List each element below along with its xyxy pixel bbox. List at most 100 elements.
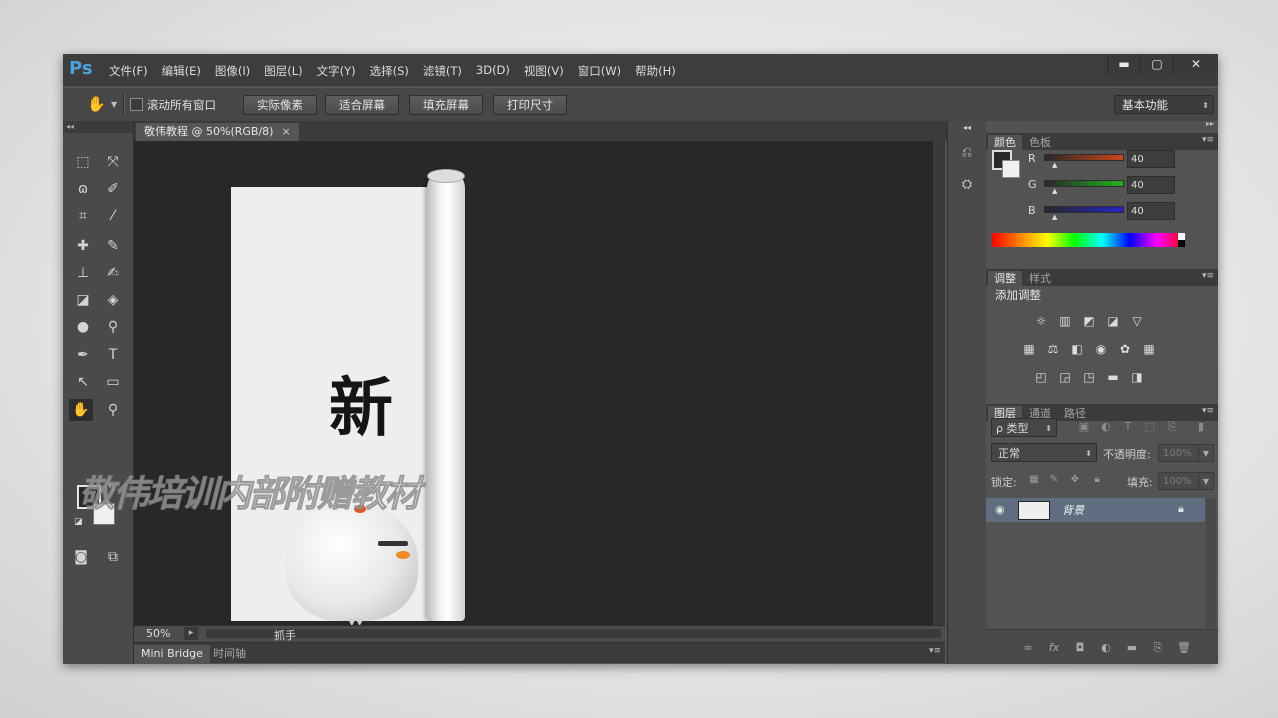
doc-info-icon[interactable]: ▸ [184, 627, 198, 640]
expand-toggle[interactable]: ▸▸ [1206, 119, 1214, 128]
tab-timeline[interactable]: 时间轴 [206, 645, 253, 663]
menu-layer[interactable]: 图层(L) [264, 63, 302, 79]
dodge-tool-icon[interactable]: ⚲ [101, 316, 125, 338]
layer-name[interactable]: 背景 [1062, 502, 1084, 518]
layer-filter-select[interactable]: ρ 类型 ⬍ [991, 418, 1057, 437]
link-layers-icon[interactable]: ∞ [1020, 641, 1036, 655]
menu-help[interactable]: 帮助(H) [635, 63, 676, 79]
posterize-icon[interactable]: ◲ [1056, 368, 1074, 386]
menu-window[interactable]: 窗口(W) [578, 63, 621, 79]
horizontal-scrollbar[interactable] [206, 629, 941, 638]
eyedropper-tool-icon[interactable]: ⁄ [101, 205, 125, 227]
new-group-icon[interactable]: ▬ [1124, 641, 1140, 655]
print-size-button[interactable]: 打印尺寸 [493, 95, 567, 115]
slider-thumb-icon[interactable]: ▲ [1052, 161, 1057, 169]
tab-adjustments[interactable]: 调整 [988, 271, 1022, 286]
default-colors-icon[interactable]: ◪ [74, 517, 83, 527]
close-button[interactable]: ✕ [1173, 54, 1218, 74]
invert-icon[interactable]: ◰ [1032, 368, 1050, 386]
hand-tool-icon[interactable]: ✋ [69, 399, 93, 421]
channel-mixer-icon[interactable]: ✿ [1116, 340, 1134, 358]
lock-position-icon[interactable]: ✥ [1068, 473, 1082, 487]
add-mask-icon[interactable]: ◘ [1072, 641, 1088, 655]
smart-object-filter-icon[interactable]: ⎘ [1164, 419, 1180, 435]
filter-toggle-icon[interactable]: ▮ [1196, 419, 1206, 435]
curves-icon[interactable]: ◩ [1080, 312, 1098, 330]
channel-g-slider[interactable] [1044, 180, 1124, 187]
panel-menu-icon[interactable]: ▾≡ [1202, 135, 1214, 145]
channel-r-value[interactable]: 40 [1127, 150, 1175, 168]
black-white-ramp[interactable] [1178, 233, 1185, 247]
menu-type[interactable]: 文字(Y) [317, 63, 356, 79]
workspace-select[interactable]: 基本功能 ⬍ [1114, 95, 1214, 114]
close-tab-icon[interactable]: × [281, 125, 290, 138]
selective-color-icon[interactable]: ◨ [1128, 368, 1146, 386]
lasso-tool-icon[interactable]: ɷ [71, 178, 95, 200]
maximize-button[interactable]: ▢ [1140, 54, 1173, 74]
delete-layer-icon[interactable]: 🗑︎ [1176, 641, 1192, 655]
black-white-icon[interactable]: ◧ [1068, 340, 1086, 358]
clone-stamp-tool-icon[interactable]: ⊥ [71, 262, 95, 284]
type-tool-icon[interactable]: T [101, 344, 125, 366]
zoom-level[interactable]: 50% [146, 627, 170, 640]
opacity-dropdown[interactable]: ▼ [1198, 444, 1214, 462]
quick-mask-icon[interactable]: ◙ [69, 546, 93, 568]
color-spectrum[interactable] [992, 233, 1185, 247]
quick-select-tool-icon[interactable]: ✐ [101, 178, 125, 200]
menu-3d[interactable]: 3D(D) [476, 63, 510, 79]
collapse-toggle[interactable]: ◂◂ [957, 123, 977, 133]
visibility-eye-icon[interactable]: ◉ [995, 503, 1005, 516]
channel-r-slider[interactable] [1044, 154, 1124, 161]
menu-filter[interactable]: 滤镜(T) [423, 63, 462, 79]
vertical-scrollbar[interactable] [933, 141, 945, 625]
crop-tool-icon[interactable]: ⌗ [71, 205, 95, 227]
lock-image-icon[interactable]: ✎ [1047, 473, 1061, 487]
pixel-filter-icon[interactable]: ▣ [1076, 419, 1092, 435]
fit-screen-button[interactable]: 适合屏幕 [325, 95, 399, 115]
screen-mode-icon[interactable]: ⧉ [101, 546, 125, 568]
minimize-button[interactable]: ▬ [1107, 54, 1140, 74]
menu-select[interactable]: 选择(S) [370, 63, 409, 79]
panel-menu-icon[interactable]: ▾≡ [929, 646, 941, 656]
tab-styles[interactable]: 样式 [1023, 271, 1057, 286]
channel-g-value[interactable]: 40 [1127, 176, 1175, 194]
menu-file[interactable]: 文件(F) [109, 63, 148, 79]
hand-tool-icon[interactable]: ✋ [87, 95, 109, 113]
gradient-map-icon[interactable]: ▬ [1104, 368, 1122, 386]
move-tool-icon[interactable]: ⤧ [101, 151, 125, 173]
fill-dropdown[interactable]: ▼ [1198, 472, 1214, 490]
eraser-tool-icon[interactable]: ◪ [71, 289, 95, 311]
history-panel-icon[interactable]: ⎌ [957, 143, 977, 163]
tab-swatches[interactable]: 色板 [1023, 135, 1057, 150]
new-adjustment-layer-icon[interactable]: ◐ [1098, 641, 1114, 655]
path-select-tool-icon[interactable]: ↖ [71, 371, 95, 393]
brightness-icon[interactable]: ☼ [1032, 312, 1050, 330]
canvas-area[interactable]: 新 ▼▼ [134, 141, 945, 628]
slider-thumb-icon[interactable]: ▲ [1052, 187, 1057, 195]
slider-thumb-icon[interactable]: ▲ [1052, 213, 1057, 221]
fill-screen-button[interactable]: 填充屏幕 [409, 95, 483, 115]
hue-saturation-icon[interactable]: ▦ [1020, 340, 1038, 358]
rectangle-tool-icon[interactable]: ▭ [101, 371, 125, 393]
menu-image[interactable]: 图像(I) [215, 63, 250, 79]
tab-color[interactable]: 颜色 [988, 135, 1022, 150]
lock-transparent-icon[interactable]: ▦ [1027, 473, 1041, 487]
exposure-icon[interactable]: ◪ [1104, 312, 1122, 330]
menu-edit[interactable]: 编辑(E) [162, 63, 201, 79]
tool-preset-dropdown[interactable]: ▼ [111, 100, 117, 109]
new-layer-icon[interactable]: ⎘ [1150, 641, 1166, 655]
layers-scrollbar[interactable] [1206, 498, 1216, 628]
color-lookup-icon[interactable]: ▦ [1140, 340, 1158, 358]
type-filter-icon[interactable]: T [1120, 419, 1136, 435]
photo-filter-icon[interactable]: ◉ [1092, 340, 1110, 358]
scroll-all-checkbox[interactable] [130, 98, 143, 111]
pen-tool-icon[interactable]: ✒ [71, 344, 95, 366]
channel-b-slider[interactable] [1044, 206, 1124, 213]
layer-row[interactable]: ◉ 背景 🔒︎ [986, 498, 1205, 522]
panel-menu-icon[interactable]: ▾≡ [1202, 406, 1214, 416]
shape-filter-icon[interactable]: ⬚ [1142, 419, 1158, 435]
lock-all-icon[interactable]: 🔒︎ [1090, 473, 1104, 487]
marquee-tool-icon[interactable]: ⬚ [71, 151, 95, 173]
channel-b-value[interactable]: 40 [1127, 202, 1175, 220]
zoom-tool-icon[interactable]: ⚲ [101, 399, 125, 421]
